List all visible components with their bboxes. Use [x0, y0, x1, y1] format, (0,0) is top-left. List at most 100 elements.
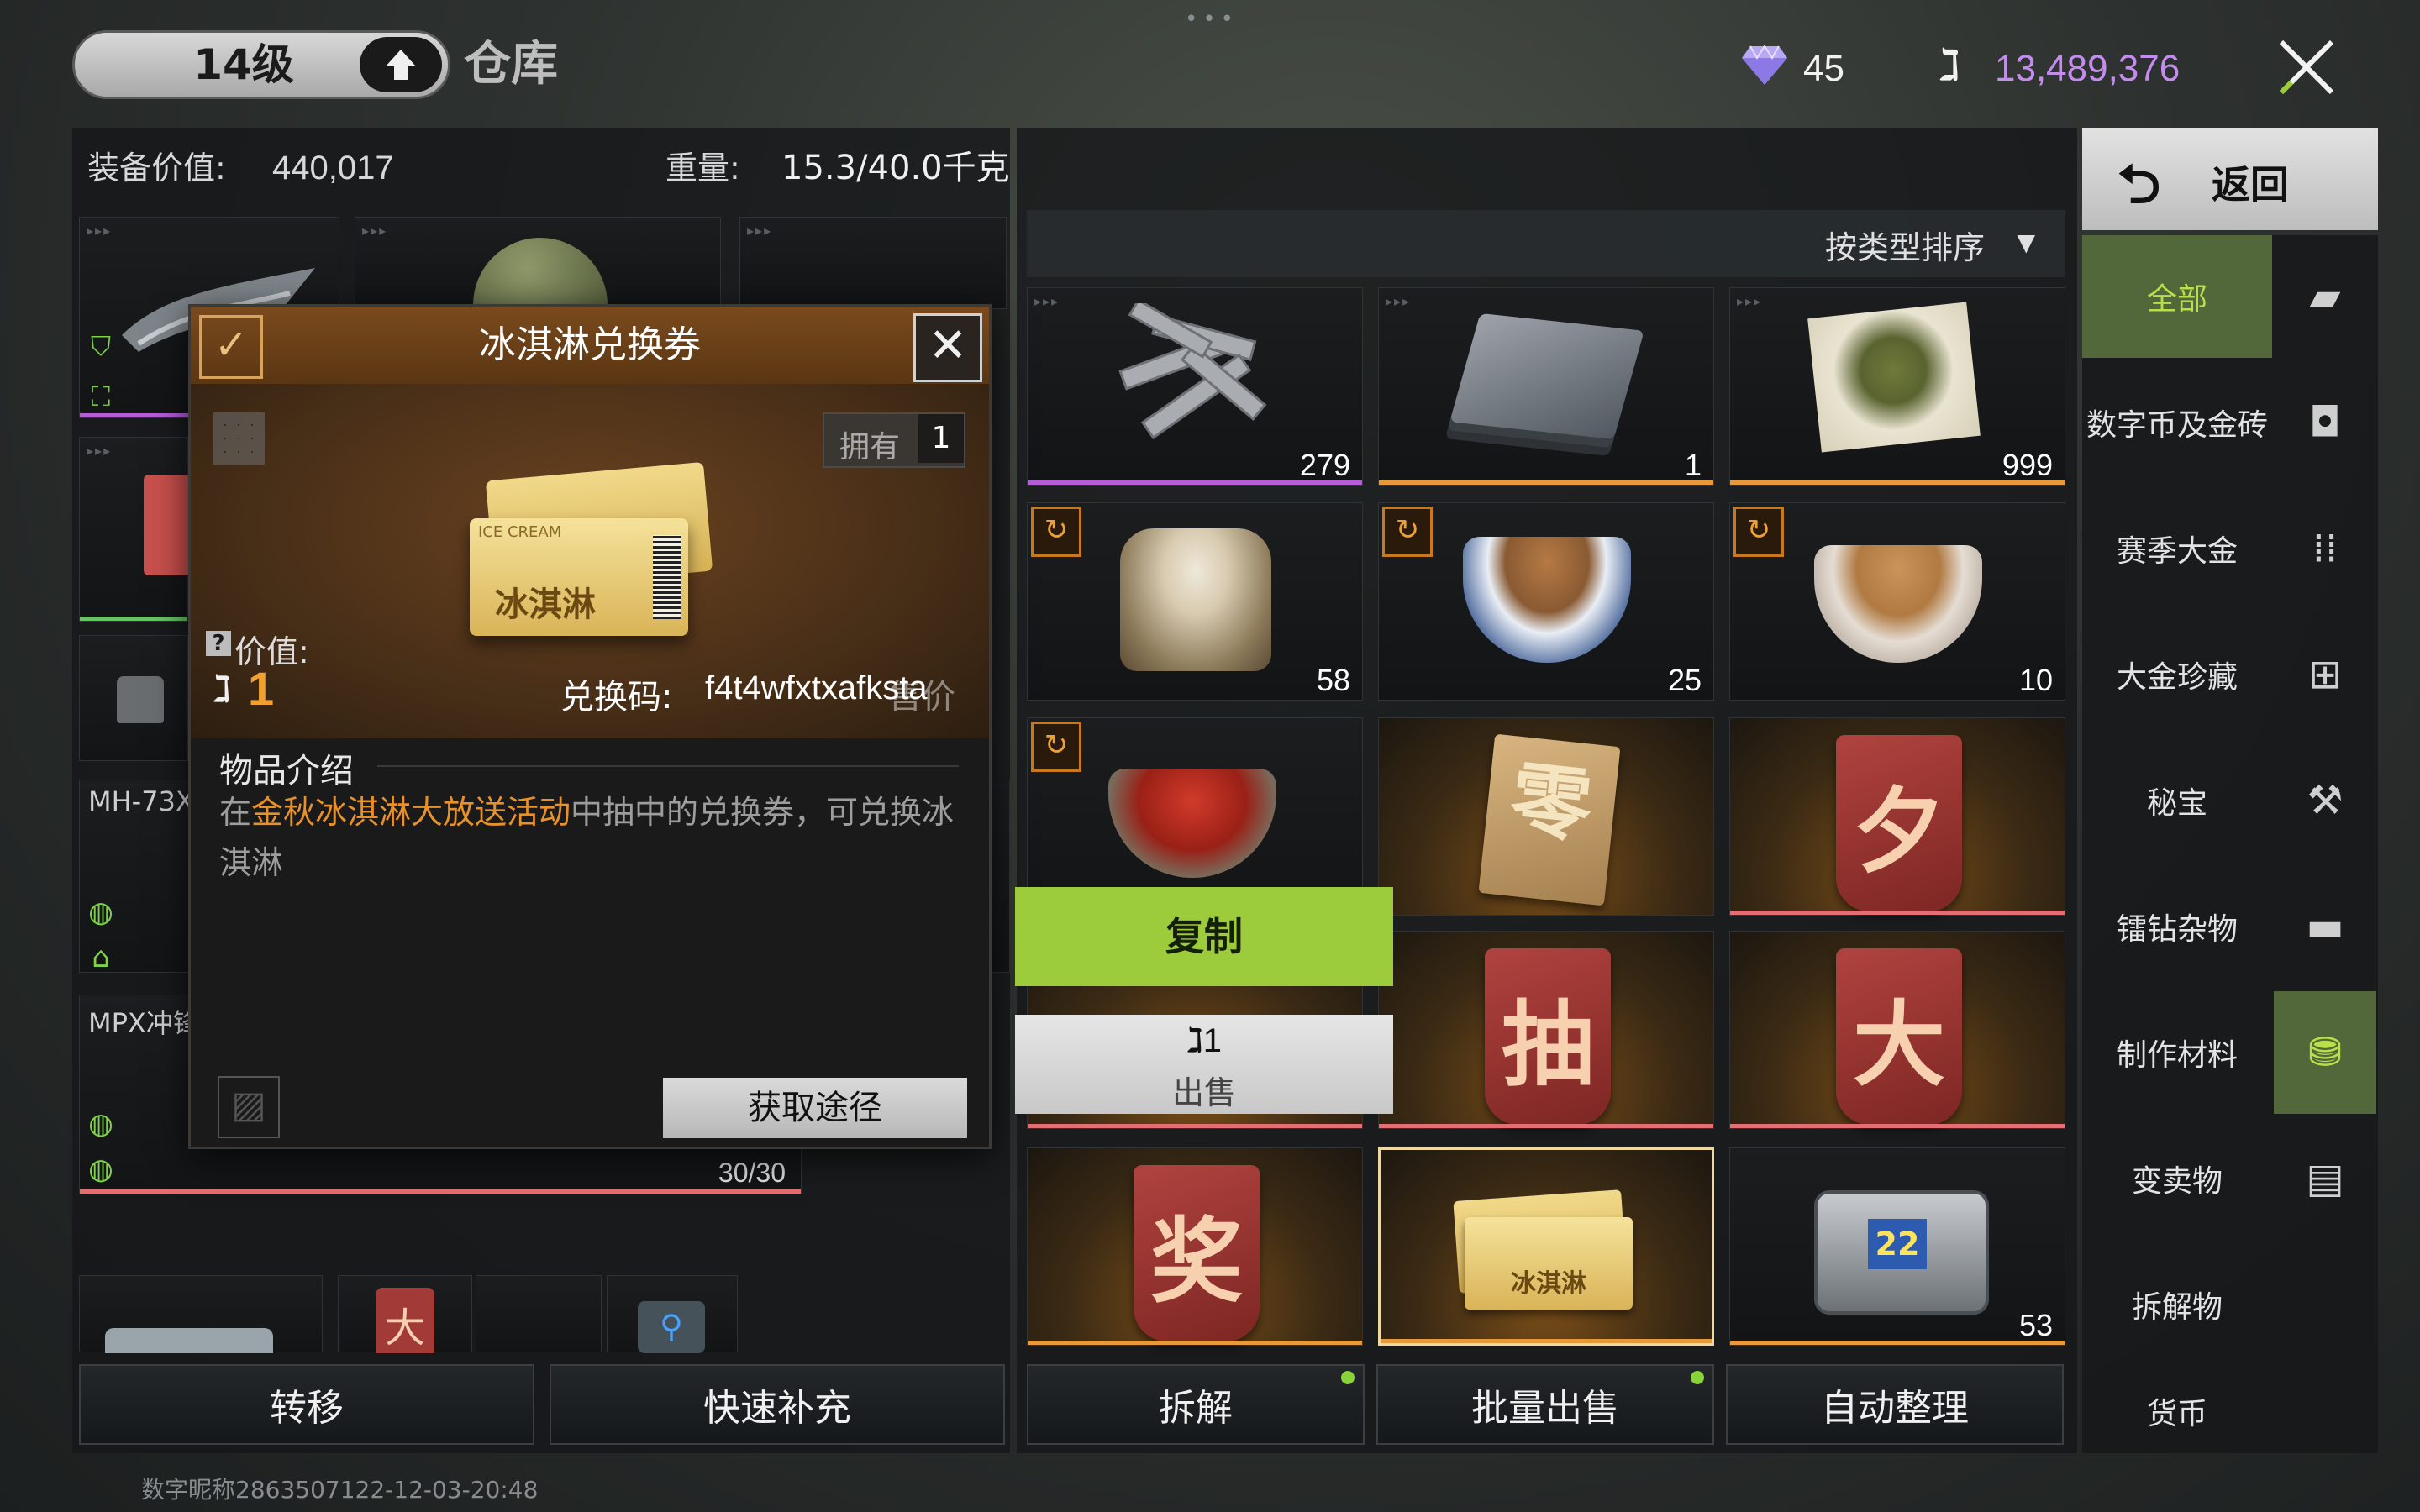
popup-hero: 拥有 1 ICE CREAM 冰淇淋 ? 价值: ℷ 1 兑换码: f4t4wf… [191, 384, 989, 738]
medkit-icon[interactable]: ⊞ [2274, 613, 2376, 736]
coin-count: 13,489,376 [1995, 48, 2181, 89]
pocket-slot[interactable] [79, 1275, 323, 1353]
upgrade-arrow-icon[interactable] [360, 37, 442, 92]
coins-stack-icon[interactable]: ⛃ [2274, 991, 2376, 1114]
ice-cream-ticket-item[interactable]: 冰淇淋 [1378, 1147, 1714, 1346]
bag-slot[interactable] [79, 635, 188, 761]
intro-heading: 物品介绍 [219, 752, 354, 790]
item-count: 10 [2018, 663, 2053, 697]
weapon2-name: MPX冲锋 [88, 1007, 200, 1039]
image-placeholder-icon: ▨ [218, 1076, 280, 1138]
inventory-item[interactable]: ▸▸▸ 999 [1729, 287, 2065, 486]
item-count: 999 [2002, 448, 2053, 482]
sell-price: 1 [1202, 1022, 1222, 1059]
diamond-count: 45 [1803, 48, 1844, 89]
inventory-item[interactable]: ▸▸▸ 1 [1378, 287, 1714, 486]
tab-season-gold[interactable]: 赛季大金 [2082, 487, 2272, 610]
tab-radium-misc[interactable]: 镭钻杂物 [2082, 865, 2272, 988]
watermark: 数字昵称2863507122-12-03-20:48 [141, 1476, 539, 1504]
tab-all[interactable]: 全部 [2082, 235, 2272, 358]
case-number: 22 [1868, 1219, 1927, 1269]
back-button[interactable]: ⮌ 返回 [2082, 128, 2378, 230]
card-glyph: 夕 [1836, 735, 1962, 911]
inventory-item[interactable]: ↻ 25 [1378, 502, 1714, 701]
own-label: 拥有 [839, 430, 901, 465]
weapon1-name: MH-73X [88, 785, 194, 817]
inventory-item[interactable]: 零 [1378, 717, 1714, 916]
inventory-item[interactable]: 抽 [1378, 931, 1714, 1129]
tab-materials[interactable]: 制作材料 [2082, 991, 2272, 1114]
drag-handle[interactable]: ••• [1185, 8, 1235, 30]
close-icon[interactable] [2269, 34, 2344, 101]
syringe-icon[interactable]: ⚒ [2274, 739, 2376, 862]
tab-gold-collection[interactable]: 大金珍藏 [2082, 613, 2272, 736]
attachment-icon: ◍ [88, 1107, 113, 1141]
obtain-route-button[interactable]: 获取途径 [663, 1078, 967, 1138]
item-count: 279 [1299, 448, 1350, 482]
weight-label: 重量: [666, 150, 740, 186]
inventory-item[interactable]: ↻ [1027, 717, 1363, 916]
value-coin-icon: ℷ [213, 668, 231, 711]
sell-button[interactable]: ℷ1 出售 [1015, 1015, 1393, 1114]
ticket-front: ICE CREAM 冰淇淋 [470, 518, 688, 636]
sort-dropdown[interactable]: 按类型排序 ▼ [1027, 210, 2065, 277]
pocket-slot[interactable] [476, 1275, 602, 1352]
notification-dot [1341, 1371, 1355, 1384]
item-description: 在金秋冰淇淋大放送活动中抽中的兑换券，可兑换冰淇淋 [219, 787, 959, 888]
backpack-icon[interactable]: ◘ [2274, 361, 2376, 484]
popup-close-icon[interactable]: ✕ [913, 313, 982, 382]
ammo-count: 30/30 [718, 1158, 786, 1188]
chest-icon[interactable]: ▬ [2274, 865, 2376, 988]
inventory-item[interactable]: 奖 [1027, 1147, 1363, 1346]
copy-button[interactable]: 复制 [1015, 887, 1393, 986]
bulk-sell-button[interactable]: 批量出售 [1376, 1364, 1714, 1445]
event-link[interactable]: 金秋冰淇淋大放送活动 [251, 794, 571, 831]
armor-slot[interactable]: ▸▸▸ [739, 217, 1007, 309]
tab-currency[interactable]: 货币 [2082, 1369, 2272, 1453]
item-count: 25 [1667, 663, 1702, 697]
auto-sort-button[interactable]: 自动整理 [1726, 1364, 2064, 1445]
tab-sellables[interactable]: 变卖物 [2082, 1117, 2272, 1240]
ticket-label: 冰淇淋 [495, 585, 596, 624]
popup-title: 冰淇淋兑换券 [479, 323, 701, 366]
attachment-icon: ◍ [88, 1152, 113, 1186]
grid-size-icon [213, 412, 265, 465]
tab-treasure[interactable]: 秘宝 [2082, 739, 2272, 862]
inventory-item[interactable]: ▸▸▸ 279 [1027, 287, 1363, 486]
pocket-slot[interactable]: ⚲ [607, 1275, 738, 1353]
tab-digital-coins[interactable]: 数字币及金砖 [2082, 361, 2272, 484]
slot-badge-icon: ⛶ [91, 380, 111, 412]
equip-value: 440,017 [272, 150, 394, 186]
weight-value: 15.3/40.0千克 [781, 149, 1010, 187]
price-label-overlap: 售价 [888, 678, 955, 717]
inventory-item[interactable]: 大 [1729, 931, 2065, 1129]
disassemble-button[interactable]: 拆解 [1027, 1364, 1365, 1445]
popup-header: ✓ 冰淇淋兑换券 ✕ [191, 307, 989, 384]
timer-icon: ↻ [1031, 507, 1081, 557]
chest-slot[interactable]: ▸▸▸ [79, 437, 194, 622]
inventory-item[interactable]: 夕 [1729, 717, 2065, 916]
inventory-item[interactable]: ↻ 10 [1729, 502, 2065, 701]
pistol-icon[interactable]: ▰ [2274, 235, 2376, 358]
ammo-icon[interactable]: ⁞⁞ [2274, 487, 2376, 610]
slot-badge-icon: ⛉ [90, 329, 111, 362]
inventory-item[interactable]: ↻ 58 [1027, 502, 1363, 701]
attachment-icon: ◍ [88, 895, 113, 929]
own-box: 拥有 1 [823, 412, 965, 468]
quick-refill-button[interactable]: 快速补充 [550, 1364, 1005, 1445]
item-count: 53 [2018, 1308, 2053, 1342]
sell-label: 出售 [1171, 1074, 1236, 1111]
equip-value-label: 装备价值: [87, 150, 226, 186]
pocket-slot[interactable]: 大 [338, 1275, 472, 1353]
helmet-slot[interactable]: ▸▸▸ [355, 217, 721, 339]
transfer-button[interactable]: 转移 [79, 1364, 534, 1445]
attachment-icon: ⌂ [92, 941, 110, 974]
barcode-icon [653, 535, 681, 619]
intro-divider [377, 765, 959, 767]
tab-disassembles[interactable]: 拆解物 [2082, 1243, 2272, 1366]
scroll-icon[interactable]: ▤ [2274, 1117, 2376, 1240]
chevron-down-icon: ▼ [2017, 228, 2035, 256]
timer-icon: ↻ [1733, 507, 1784, 557]
sort-label: 按类型排序 [1824, 229, 1985, 266]
inventory-item[interactable]: 22 53 [1729, 1147, 2065, 1346]
